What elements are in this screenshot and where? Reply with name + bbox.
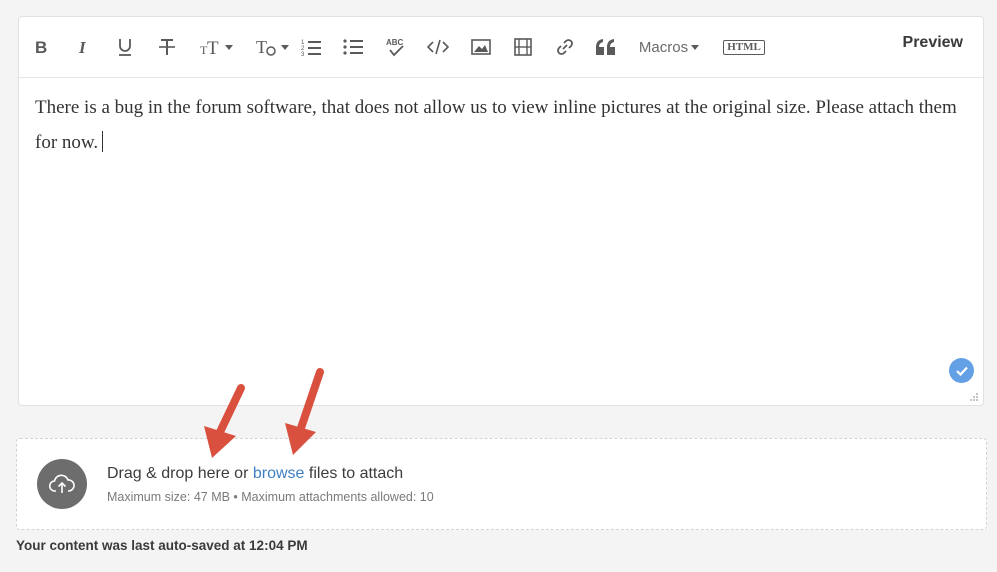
quote-icon [596,39,615,55]
dropzone-suffix: files to attach [304,465,404,482]
spell-check-badge[interactable] [949,358,974,383]
preview-button[interactable]: Preview [903,34,963,52]
editor-content-area[interactable]: There is a bug in the forum software, th… [35,90,967,160]
code-button[interactable] [425,31,451,63]
text-style-icon: T [256,37,276,57]
insert-link-button[interactable] [553,31,577,63]
chevron-down-icon [224,44,233,50]
video-icon [514,38,532,56]
checkmark-icon [955,366,968,376]
image-icon [471,39,491,55]
italic-icon: I [78,38,87,56]
underline-button[interactable] [113,31,137,63]
html-label: HTML [723,39,765,55]
spellcheck-icon: ABC [386,38,404,57]
strikethrough-button[interactable] [155,31,179,63]
numbered-list-icon: 1 2 3 [301,40,321,56]
font-size-icon: T T [200,38,219,57]
link-icon [557,39,573,55]
chevron-down-icon [691,44,700,50]
italic-button[interactable]: I [71,31,95,63]
svg-text:T: T [207,38,219,57]
svg-text:I: I [78,38,87,56]
numbered-list-button[interactable]: 1 2 3 [299,31,323,63]
chevron-down-icon [280,44,289,50]
browse-link[interactable]: browse [253,465,305,482]
bold-button[interactable]: B [29,31,53,63]
spellcheck-button[interactable]: ABC [383,31,407,63]
svg-text:ABC: ABC [386,38,404,47]
editor-toolbar: B I T T T 1 2 3 ABC Macros HTML Preview [19,17,983,78]
dropzone-instructions: Drag & drop here or browse files to atta… [107,465,403,483]
cloud-upload-icon[interactable] [37,459,87,509]
resize-handle-icon[interactable] [969,392,979,402]
file-dropzone[interactable]: Drag & drop here or browse files to atta… [16,438,987,530]
macros-label: Macros [638,38,689,56]
attachment-limits: Maximum size: 47 MB • Maximum attachment… [107,490,434,504]
rich-text-editor: B I T T T 1 2 3 ABC Macros HTML Preview … [18,16,984,406]
svg-text:B: B [35,38,47,56]
insert-video-button[interactable] [511,31,535,63]
html-view-button[interactable]: HTML [721,31,767,63]
autosave-status: Your content was last auto-saved at 12:0… [16,538,308,553]
insert-image-button[interactable] [469,31,493,63]
bullet-list-icon [343,39,363,55]
bullet-list-button[interactable] [341,31,365,63]
text-style-dropdown[interactable]: T [253,31,291,63]
quote-button[interactable] [593,31,619,63]
svg-text:3: 3 [301,52,305,56]
bold-icon: B [35,38,47,56]
strikethrough-icon [159,39,175,55]
code-icon [427,39,449,55]
macros-dropdown[interactable]: Macros [635,31,703,63]
underline-icon [119,39,131,56]
dropzone-prefix: Drag & drop here or [107,465,253,482]
font-size-dropdown[interactable]: T T [197,31,235,63]
text-cursor [102,131,104,152]
editor-text: There is a bug in the forum software, th… [35,97,957,153]
svg-text:T: T [256,37,267,57]
